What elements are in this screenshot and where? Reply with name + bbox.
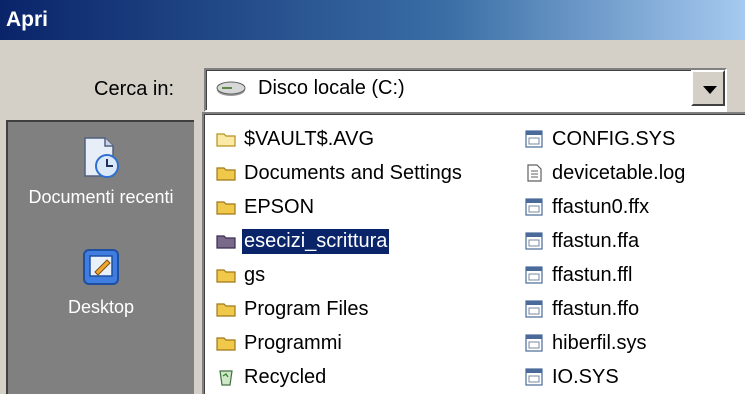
file-name: ffastun.ffa: [552, 229, 640, 252]
window-title: Apri: [6, 8, 48, 31]
folder-icon: [216, 235, 236, 249]
folder-icon: [216, 269, 236, 283]
folder-item[interactable]: EPSON: [216, 190, 464, 224]
file-item[interactable]: devicetable.log: [524, 156, 687, 190]
system-file-icon: [525, 334, 543, 352]
chevron-down-icon: [703, 86, 717, 94]
folder-item[interactable]: Program Files: [216, 292, 464, 326]
folder-icon: [216, 167, 236, 181]
title-bar[interactable]: Apri: [0, 0, 745, 40]
file-name: ffastun0.ffx: [552, 195, 650, 218]
folder-item-selected[interactable]: esecizi_scrittura: [216, 224, 464, 258]
file-item[interactable]: hiberfil.sys: [524, 326, 687, 360]
file-name: devicetable.log: [552, 161, 686, 184]
file-column-1: $VAULT$.AVG Documents and Settings EPSON…: [216, 122, 464, 394]
recent-documents-icon: [84, 137, 119, 178]
folder-icon: [216, 337, 236, 351]
system-file-icon: [525, 130, 543, 148]
file-item[interactable]: IO.SYS: [524, 360, 687, 394]
file-name: esecizi_scrittura: [242, 228, 390, 254]
drive-icon: [216, 81, 246, 96]
file-item[interactable]: ffastun0.ffx: [524, 190, 687, 224]
file-name: IO.SYS: [552, 365, 619, 388]
dialog-body: Cerca in: Disco locale (C:) Documenti re…: [0, 40, 745, 394]
place-recent-documents[interactable]: Documenti recenti: [8, 136, 194, 208]
file-name: $VAULT$.AVG: [244, 127, 375, 150]
file-name: ffastun.ffo: [552, 297, 640, 320]
file-name: EPSON: [244, 195, 315, 218]
file-item[interactable]: ffastun.ffa: [524, 224, 687, 258]
place-label: Documenti recenti: [28, 187, 174, 207]
file-item[interactable]: ffastun.ffo: [524, 292, 687, 326]
file-name: CONFIG.SYS: [552, 127, 676, 150]
places-bar: Documenti recenti Desktop: [6, 120, 194, 394]
place-desktop[interactable]: Desktop: [8, 246, 194, 318]
file-name: Recycled: [244, 365, 327, 388]
system-file-icon: [525, 232, 543, 250]
system-file-icon: [525, 300, 543, 318]
folder-item[interactable]: Documents and Settings: [216, 156, 464, 190]
folder-icon: [216, 201, 236, 215]
file-name: Program Files: [244, 297, 369, 320]
file-name: gs: [244, 263, 266, 286]
folder-icon: [216, 133, 236, 147]
file-list[interactable]: $VAULT$.AVG Documents and Settings EPSON…: [202, 112, 745, 394]
folder-icon: [216, 303, 236, 317]
system-file-icon: [525, 198, 543, 216]
file-name: Documents and Settings: [244, 161, 462, 184]
recycle-bin-item[interactable]: Recycled: [216, 360, 464, 394]
look-in-dropdown-button[interactable]: [691, 70, 725, 106]
text-file-icon: [527, 164, 542, 182]
file-name: hiberfil.sys: [552, 331, 647, 354]
look-in-value: Disco locale (C:): [258, 77, 405, 99]
system-file-icon: [525, 368, 543, 386]
file-name: Programmi: [244, 331, 342, 354]
desktop-icon: [83, 249, 119, 285]
folder-item[interactable]: gs: [216, 258, 464, 292]
look-in-combobox[interactable]: Disco locale (C:): [204, 68, 727, 112]
file-name: ffastun.ffl: [552, 263, 633, 286]
file-column-2: CONFIG.SYS devicetable.log ffastun0.ffx …: [524, 122, 687, 394]
file-item[interactable]: CONFIG.SYS: [524, 122, 687, 156]
place-label: Desktop: [67, 297, 135, 317]
folder-item[interactable]: $VAULT$.AVG: [216, 122, 464, 156]
recycle-bin-icon: [219, 370, 233, 386]
system-file-icon: [525, 266, 543, 284]
look-in-label: Cerca in:: [94, 78, 175, 100]
file-item[interactable]: ffastun.ffl: [524, 258, 687, 292]
folder-item[interactable]: Programmi: [216, 326, 464, 360]
